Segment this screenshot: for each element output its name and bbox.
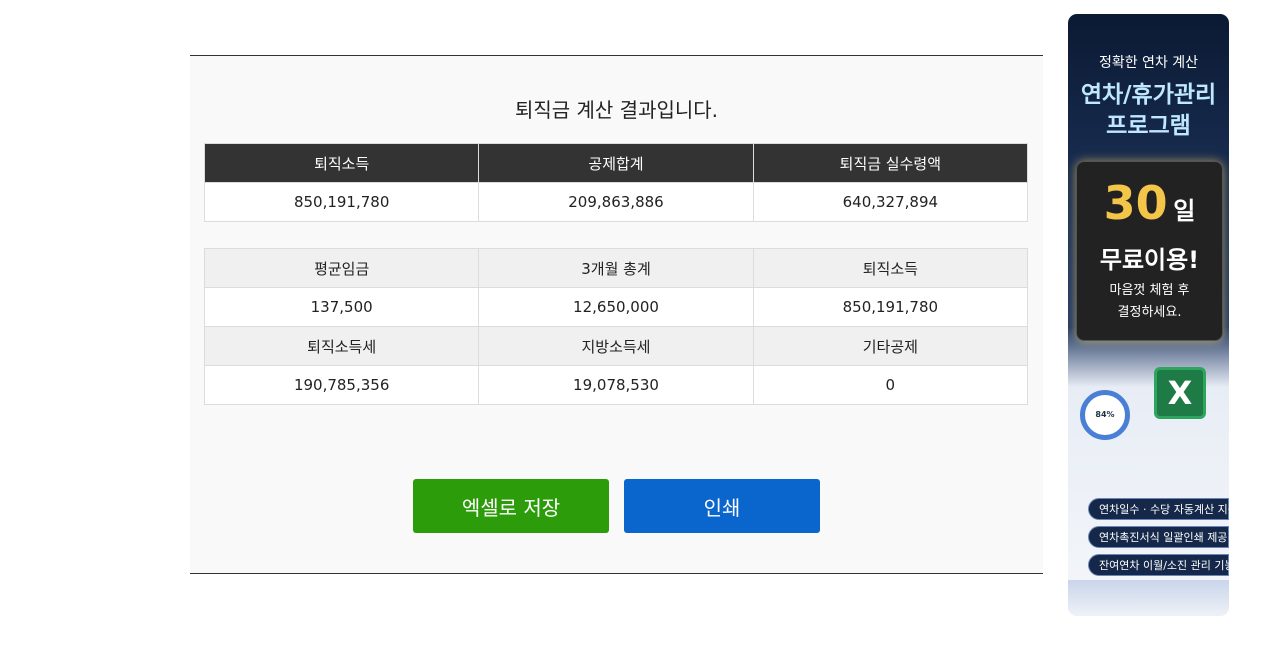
ad-days-unit: 일 (1173, 197, 1196, 225)
ad-offer-box: 30 일 무료이용! 마음껏 체험 후 결정하세요. (1076, 161, 1223, 341)
ad-title: 연차/휴가관리 프로그램 (1068, 80, 1229, 142)
ad-bottom-preview (1068, 580, 1229, 616)
ad-progress-ring: 84% (1080, 390, 1130, 440)
print-button[interactable]: 인쇄 (624, 479, 820, 533)
ad-days-number: 30 (1103, 176, 1168, 230)
value-retirement-income: 850,191,780 (752, 287, 1029, 327)
ad-try-line1: 마음껏 체험 후 (1109, 283, 1190, 298)
header-total-deduction: 공제합계 (478, 143, 754, 183)
save-excel-button[interactable]: 엑셀로 저장 (413, 479, 609, 533)
excel-icon: X (1157, 370, 1203, 416)
value-average-wage: 137,500 (203, 287, 480, 327)
table-row: 850,191,780 209,863,886 640,327,894 (203, 182, 1029, 222)
header-three-month-total: 3개월 총계 (478, 248, 754, 288)
header-retirement-income: 퇴직소득 (203, 143, 480, 183)
table-header-row: 퇴직소득 공제합계 퇴직금 실수령액 (203, 143, 1029, 183)
ad-feature-3: 잔여연차 이월/소진 관리 기능 (1088, 554, 1229, 576)
ad-try-line2: 결정하세요. (1117, 305, 1182, 320)
table-header-row: 평균임금 3개월 총계 퇴직소득 (203, 248, 1029, 288)
header-other-deduction: 기타공제 (752, 326, 1029, 366)
ad-title-line2: 프로그램 (1106, 113, 1191, 139)
advertisement-banner[interactable]: 정확한 연차 계산 연차/휴가관리 프로그램 30 일 무료이용! 마음껏 체험… (1068, 14, 1229, 616)
table-row: 190,785,356 19,078,530 0 (203, 365, 1029, 405)
header-retirement-income: 퇴직소득 (752, 248, 1029, 288)
header-net-severance: 퇴직금 실수령액 (752, 143, 1029, 183)
header-average-wage: 평균임금 (203, 248, 480, 288)
result-title: 퇴직금 계산 결과입니다. (514, 98, 719, 122)
value-retirement-income-tax: 190,785,356 (203, 365, 480, 405)
ad-feature-2: 연차촉진서식 일괄인쇄 제공 (1088, 526, 1229, 548)
result-panel: 퇴직금 계산 결과입니다. 퇴직소득 공제합계 퇴직금 실수령액 850,191… (190, 55, 1043, 574)
ad-free-text: 무료이용! (1099, 246, 1200, 274)
value-net-severance: 640,327,894 (752, 182, 1029, 222)
summary-table: 퇴직소득 공제합계 퇴직금 실수령액 850,191,780 209,863,8… (203, 143, 1029, 222)
header-local-income-tax: 지방소득세 (478, 326, 754, 366)
detail-table: 평균임금 3개월 총계 퇴직소득 137,500 12,650,000 850,… (203, 248, 1029, 405)
table-header-row: 퇴직소득세 지방소득세 기타공제 (203, 326, 1029, 366)
value-three-month-total: 12,650,000 (478, 287, 754, 327)
value-local-income-tax: 19,078,530 (478, 365, 754, 405)
ad-feature-1: 연차일수 · 수당 자동계산 지원 (1088, 498, 1229, 520)
value-retirement-income: 850,191,780 (203, 182, 480, 222)
ad-subtitle: 정확한 연차 계산 (1098, 55, 1199, 71)
value-other-deduction: 0 (752, 365, 1029, 405)
ad-try-text: 마음껏 체험 후 결정하세요. (1077, 280, 1222, 324)
table-row: 137,500 12,650,000 850,191,780 (203, 287, 1029, 327)
ad-title-line1: 연차/휴가관리 (1080, 82, 1217, 108)
header-retirement-income-tax: 퇴직소득세 (203, 326, 480, 366)
ad-days: 30 일 (1077, 176, 1222, 230)
value-total-deduction: 209,863,886 (478, 182, 754, 222)
